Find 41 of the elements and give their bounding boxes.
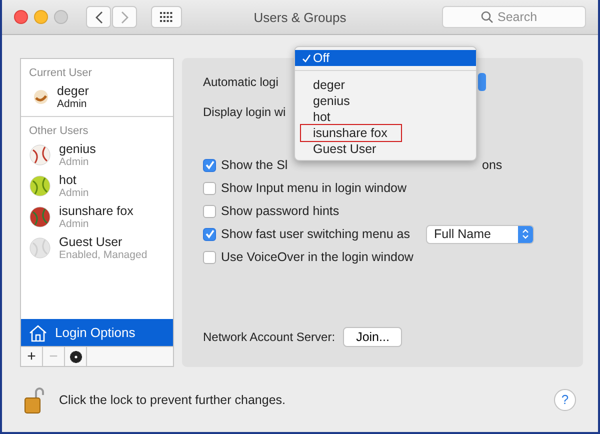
login-options-item[interactable]: Login Options	[21, 319, 173, 346]
option-label: Show fast user switching menu as	[221, 227, 410, 242]
user-item[interactable]: genius Admin	[21, 139, 173, 170]
user-item[interactable]: hot Admin	[21, 170, 173, 202]
option-label: Show the Sl	[221, 158, 289, 172]
section-header: Current User	[28, 66, 93, 82]
automatic-login-label: Automatic logi	[203, 75, 278, 90]
menu-item[interactable]: isunshare fox	[301, 125, 402, 142]
toolbar-button[interactable]: +	[21, 347, 43, 366]
user-name: hot	[59, 172, 78, 187]
network-server-label: Network Account Server:	[203, 330, 336, 344]
menu-item[interactable]: Off	[295, 50, 476, 66]
user-role: Admin	[59, 156, 89, 168]
user-item[interactable]: Guest User Enabled, Managed	[21, 232, 173, 264]
display-login-label: Display login wi	[203, 105, 286, 120]
join-button[interactable]: Join...	[343, 327, 402, 348]
search-field[interactable]: Search	[442, 6, 586, 28]
window-title: Users & Groups	[254, 10, 346, 25]
user-role: Enabled, Managed	[59, 248, 148, 261]
name-format-popup[interactable]: Full Name	[426, 224, 534, 244]
option-label: Use VoiceOver in the login window	[221, 250, 414, 264]
user-name: deger	[57, 84, 89, 98]
user-name: isunshare fox	[59, 204, 134, 218]
section-header: Other Users	[28, 124, 90, 140]
user-role: Admin	[59, 218, 90, 230]
user-item[interactable]: deger Admin	[21, 81, 173, 112]
menu-item[interactable]: deger	[295, 77, 351, 94]
user-item[interactable]: isunshare fox Admin	[21, 201, 173, 232]
option-label: Show Input menu in login window	[221, 181, 407, 196]
user-role: Admin	[59, 186, 89, 199]
option-label: Show password hints	[221, 204, 340, 218]
menu-item[interactable]: genius	[295, 93, 356, 110]
lock-message: Click the lock to prevent further changes.	[59, 392, 286, 407]
menu-item[interactable]: hot	[295, 109, 336, 126]
user-name: genius	[59, 142, 96, 156]
search-input[interactable]: Search	[498, 10, 548, 24]
user-name: Guest User	[59, 234, 124, 249]
user-role: Admin	[57, 98, 87, 110]
option-label: ons	[482, 158, 502, 172]
menu-item[interactable]: Guest User	[295, 141, 382, 158]
help-button[interactable]: ?	[554, 388, 576, 411]
